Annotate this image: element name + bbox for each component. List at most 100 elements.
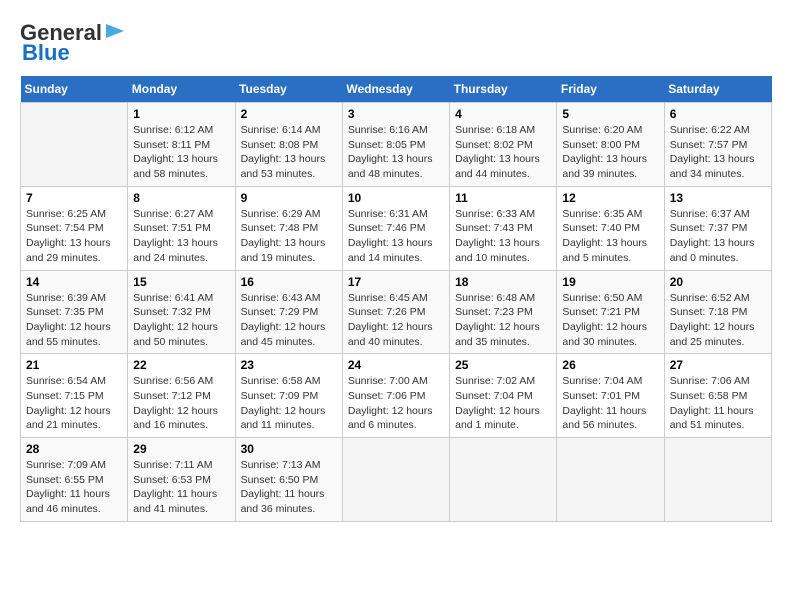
day-info: Sunrise: 7:06 AM Sunset: 6:58 PM Dayligh… <box>670 374 766 433</box>
weekday-header: Friday <box>557 76 664 103</box>
calendar-cell: 15 Sunrise: 6:41 AM Sunset: 7:32 PM Dayli… <box>128 270 235 354</box>
calendar-cell <box>342 438 449 522</box>
day-info: Sunrise: 7:04 AM Sunset: 7:01 PM Dayligh… <box>562 374 658 433</box>
day-number: 7 <box>26 191 122 205</box>
calendar-cell: 4 Sunrise: 6:18 AM Sunset: 8:02 PM Daylig… <box>450 103 557 187</box>
day-info: Sunrise: 6:58 AM Sunset: 7:09 PM Dayligh… <box>241 374 337 433</box>
day-number: 18 <box>455 275 551 289</box>
calendar-cell <box>21 103 128 187</box>
day-info: Sunrise: 6:31 AM Sunset: 7:46 PM Dayligh… <box>348 207 444 266</box>
day-number: 3 <box>348 107 444 121</box>
logo-blue: Blue <box>22 40 70 66</box>
day-info: Sunrise: 6:50 AM Sunset: 7:21 PM Dayligh… <box>562 291 658 350</box>
calendar-table: SundayMondayTuesdayWednesdayThursdayFrid… <box>20 76 772 522</box>
calendar-cell: 20Sunrise: 6:52 AM Sunset: 7:18 PM Dayli… <box>664 270 771 354</box>
logo-arrow-icon <box>104 20 126 42</box>
day-number: 27 <box>670 358 766 372</box>
day-number: 19 <box>562 275 658 289</box>
day-info: Sunrise: 6:37 AM Sunset: 7:37 PM Dayligh… <box>670 207 766 266</box>
calendar-cell: 11 Sunrise: 6:33 AM Sunset: 7:43 PM Dayli… <box>450 186 557 270</box>
day-number: 24 <box>348 358 444 372</box>
calendar-cell: 22Sunrise: 6:56 AM Sunset: 7:12 PM Dayli… <box>128 354 235 438</box>
day-number: 15 <box>133 275 229 289</box>
calendar-cell: 5 Sunrise: 6:20 AM Sunset: 8:00 PM Daylig… <box>557 103 664 187</box>
day-info: Sunrise: 7:02 AM Sunset: 7:04 PM Dayligh… <box>455 374 551 433</box>
day-info: Sunrise: 6:27 AM Sunset: 7:51 PM Dayligh… <box>133 207 229 266</box>
day-number: 1 <box>133 107 229 121</box>
day-info: Sunrise: 6:18 AM Sunset: 8:02 PM Dayligh… <box>455 123 551 182</box>
page-header: General Blue <box>20 20 772 66</box>
header-row: SundayMondayTuesdayWednesdayThursdayFrid… <box>21 76 772 103</box>
calendar-cell: 23 Sunrise: 6:58 AM Sunset: 7:09 PM Dayli… <box>235 354 342 438</box>
day-number: 5 <box>562 107 658 121</box>
calendar-cell: 21 Sunrise: 6:54 AM Sunset: 7:15 PM Dayli… <box>21 354 128 438</box>
calendar-cell: 6 Sunrise: 6:22 AM Sunset: 7:57 PM Daylig… <box>664 103 771 187</box>
calendar-cell: 3 Sunrise: 6:16 AM Sunset: 8:05 PM Daylig… <box>342 103 449 187</box>
day-number: 29 <box>133 442 229 456</box>
day-info: Sunrise: 6:25 AM Sunset: 7:54 PM Dayligh… <box>26 207 122 266</box>
calendar-cell: 25 Sunrise: 7:02 AM Sunset: 7:04 PM Dayli… <box>450 354 557 438</box>
day-number: 2 <box>241 107 337 121</box>
logo: General Blue <box>20 20 126 66</box>
day-number: 10 <box>348 191 444 205</box>
calendar-cell <box>664 438 771 522</box>
weekday-header: Saturday <box>664 76 771 103</box>
calendar-cell: 26 Sunrise: 7:04 AM Sunset: 7:01 PM Dayli… <box>557 354 664 438</box>
calendar-cell: 18Sunrise: 6:48 AM Sunset: 7:23 PM Dayli… <box>450 270 557 354</box>
calendar-cell: 24 Sunrise: 7:00 AM Sunset: 7:06 PM Dayli… <box>342 354 449 438</box>
day-number: 8 <box>133 191 229 205</box>
calendar-cell: 14 Sunrise: 6:39 AM Sunset: 7:35 PM Dayli… <box>21 270 128 354</box>
day-number: 11 <box>455 191 551 205</box>
weekday-header: Sunday <box>21 76 128 103</box>
weekday-header: Thursday <box>450 76 557 103</box>
day-number: 16 <box>241 275 337 289</box>
calendar-cell: 7 Sunrise: 6:25 AM Sunset: 7:54 PM Daylig… <box>21 186 128 270</box>
calendar-cell: 12 Sunrise: 6:35 AM Sunset: 7:40 PM Dayli… <box>557 186 664 270</box>
day-info: Sunrise: 6:54 AM Sunset: 7:15 PM Dayligh… <box>26 374 122 433</box>
day-info: Sunrise: 7:00 AM Sunset: 7:06 PM Dayligh… <box>348 374 444 433</box>
calendar-cell: 16 Sunrise: 6:43 AM Sunset: 7:29 PM Dayli… <box>235 270 342 354</box>
day-info: Sunrise: 6:22 AM Sunset: 7:57 PM Dayligh… <box>670 123 766 182</box>
day-info: Sunrise: 7:13 AM Sunset: 6:50 PM Dayligh… <box>241 458 337 517</box>
day-number: 13 <box>670 191 766 205</box>
calendar-cell: 28 Sunrise: 7:09 AM Sunset: 6:55 PM Dayli… <box>21 438 128 522</box>
day-info: Sunrise: 6:52 AM Sunset: 7:18 PM Dayligh… <box>670 291 766 350</box>
day-info: Sunrise: 7:09 AM Sunset: 6:55 PM Dayligh… <box>26 458 122 517</box>
weekday-header: Monday <box>128 76 235 103</box>
calendar-week-row: 7 Sunrise: 6:25 AM Sunset: 7:54 PM Daylig… <box>21 186 772 270</box>
calendar-cell: 9Sunrise: 6:29 AM Sunset: 7:48 PM Daylig… <box>235 186 342 270</box>
day-info: Sunrise: 7:11 AM Sunset: 6:53 PM Dayligh… <box>133 458 229 517</box>
day-info: Sunrise: 6:33 AM Sunset: 7:43 PM Dayligh… <box>455 207 551 266</box>
day-number: 6 <box>670 107 766 121</box>
calendar-week-row: 21 Sunrise: 6:54 AM Sunset: 7:15 PM Dayli… <box>21 354 772 438</box>
day-info: Sunrise: 6:12 AM Sunset: 8:11 PM Dayligh… <box>133 123 229 182</box>
calendar-cell: 19 Sunrise: 6:50 AM Sunset: 7:21 PM Dayli… <box>557 270 664 354</box>
calendar-cell: 17Sunrise: 6:45 AM Sunset: 7:26 PM Dayli… <box>342 270 449 354</box>
calendar-cell <box>557 438 664 522</box>
day-info: Sunrise: 6:39 AM Sunset: 7:35 PM Dayligh… <box>26 291 122 350</box>
day-number: 28 <box>26 442 122 456</box>
day-number: 4 <box>455 107 551 121</box>
day-number: 9 <box>241 191 337 205</box>
calendar-cell: 1 Sunrise: 6:12 AM Sunset: 8:11 PM Daylig… <box>128 103 235 187</box>
day-info: Sunrise: 6:43 AM Sunset: 7:29 PM Dayligh… <box>241 291 337 350</box>
day-number: 23 <box>241 358 337 372</box>
day-info: Sunrise: 6:16 AM Sunset: 8:05 PM Dayligh… <box>348 123 444 182</box>
calendar-cell: 13 Sunrise: 6:37 AM Sunset: 7:37 PM Dayli… <box>664 186 771 270</box>
day-number: 26 <box>562 358 658 372</box>
day-info: Sunrise: 6:20 AM Sunset: 8:00 PM Dayligh… <box>562 123 658 182</box>
day-info: Sunrise: 6:41 AM Sunset: 7:32 PM Dayligh… <box>133 291 229 350</box>
day-number: 25 <box>455 358 551 372</box>
calendar-cell: 30 Sunrise: 7:13 AM Sunset: 6:50 PM Dayli… <box>235 438 342 522</box>
calendar-cell: 10 Sunrise: 6:31 AM Sunset: 7:46 PM Dayli… <box>342 186 449 270</box>
calendar-cell <box>450 438 557 522</box>
calendar-cell: 8 Sunrise: 6:27 AM Sunset: 7:51 PM Daylig… <box>128 186 235 270</box>
day-number: 30 <box>241 442 337 456</box>
day-number: 12 <box>562 191 658 205</box>
calendar-week-row: 14 Sunrise: 6:39 AM Sunset: 7:35 PM Dayli… <box>21 270 772 354</box>
day-number: 14 <box>26 275 122 289</box>
day-number: 21 <box>26 358 122 372</box>
day-info: Sunrise: 6:35 AM Sunset: 7:40 PM Dayligh… <box>562 207 658 266</box>
calendar-cell: 29 Sunrise: 7:11 AM Sunset: 6:53 PM Dayli… <box>128 438 235 522</box>
day-info: Sunrise: 6:14 AM Sunset: 8:08 PM Dayligh… <box>241 123 337 182</box>
